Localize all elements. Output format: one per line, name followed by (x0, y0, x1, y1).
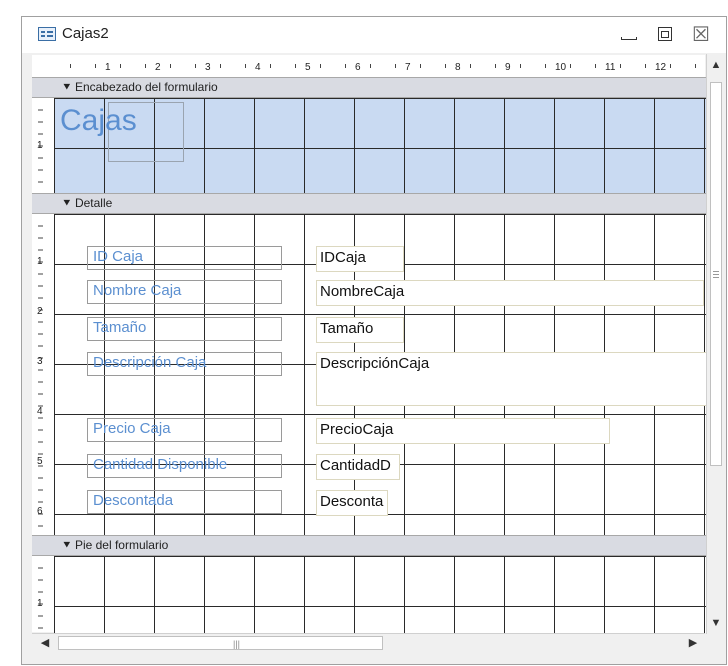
ruler-number: 8 (455, 62, 461, 73)
footer-section[interactable] (54, 556, 706, 633)
label-precio-caja[interactable]: Precio Caja (87, 418, 282, 442)
section-bar-detail[interactable]: ⯆ Detalle (54, 193, 706, 214)
textbox-nombrecaja[interactable]: NombreCaja (316, 280, 704, 306)
header-section[interactable]: Cajas (54, 98, 706, 193)
horizontal-scrollbar[interactable]: ◀ ||| ▶ (32, 633, 705, 652)
minimize-button[interactable] (612, 23, 642, 47)
ruler-number: 10 (555, 62, 567, 73)
section-bar-footer[interactable]: ⯆ Pie del formulario (54, 535, 706, 556)
textbox-idcaja[interactable]: IDCaja (316, 246, 404, 272)
textbox-descripcioncaja[interactable]: DescripciónCaja (316, 352, 706, 406)
vertical-ruler-ticks: 1 1 2 3 4 5 6 1 (37, 109, 43, 629)
label-descripcion-caja[interactable]: Descripción Caja (87, 352, 282, 376)
vertical-ruler: 1 1 2 3 4 5 6 1 (32, 77, 55, 632)
section-label-detail: ⯆ Detalle (62, 196, 113, 210)
form-icon (38, 27, 56, 41)
close-button[interactable]: ☒ (686, 23, 716, 47)
ruler-number: 1 (37, 140, 43, 151)
ruler-number: 3 (37, 356, 43, 367)
label-id-caja[interactable]: ID Caja (87, 246, 282, 270)
scroll-right-arrow-icon[interactable]: ▶ (684, 634, 702, 652)
ruler-number: 6 (355, 62, 361, 73)
form-title-label[interactable]: Cajas (60, 104, 137, 138)
checkbox-descontada[interactable]: Desconta (316, 490, 388, 516)
window-title: Cajas2 (62, 25, 109, 42)
title-bar[interactable]: Cajas2 ☒ (22, 17, 726, 53)
ruler-number: 12 (655, 62, 667, 73)
label-tamano[interactable]: Tamaño (87, 317, 282, 341)
textbox-preciocaja[interactable]: PrecioCaja (316, 418, 610, 444)
footer-grid (54, 556, 706, 633)
textbox-cantidaddisponible[interactable]: CantidadD (316, 454, 400, 480)
ruler-number: 1 (37, 256, 43, 267)
ruler-number: 11 (605, 62, 616, 73)
label-nombre-caja[interactable]: Nombre Caja (87, 280, 282, 304)
label-cantidad-disponible[interactable]: Cantidad Disponible (87, 454, 282, 478)
section-bar-header[interactable]: ⯆ Encabezado del formulario (54, 77, 706, 98)
restore-button[interactable] (650, 23, 680, 47)
ruler-number: 2 (155, 62, 161, 73)
horizontal-scroll-thumb[interactable]: ||| (58, 636, 383, 650)
scroll-up-arrow-icon[interactable]: ▲ (707, 56, 725, 74)
vertical-scroll-thumb[interactable] (710, 82, 722, 466)
ruler-number: 5 (37, 456, 43, 467)
section-label-footer: ⯆ Pie del formulario (62, 538, 169, 552)
form-design-window: Cajas2 ☒ 1 2 3 4 5 6 7 8 9 10 11 12 11234561 ⯆ Enca… (21, 16, 727, 665)
ruler-number: 7 (405, 62, 411, 73)
horizontal-ruler: 1 2 3 4 5 6 7 8 9 10 11 12 (32, 55, 705, 78)
ruler-number: 6 (37, 506, 43, 517)
ruler-number: 4 (37, 406, 43, 417)
textbox-tamano[interactable]: Tamaño (316, 317, 404, 343)
ruler-number: 1 (37, 598, 43, 609)
vertical-scrollbar[interactable]: ▲ ▼ (706, 54, 725, 634)
scroll-left-arrow-icon[interactable]: ◀ (36, 634, 54, 652)
design-surface[interactable]: ⯆ Encabezado del formulario Cajas ⯆ Deta… (54, 77, 706, 633)
detail-section[interactable]: ID Caja IDCaja Nombre Caja NombreCaja Ta… (54, 214, 706, 535)
ruler-number: 2 (37, 306, 43, 317)
ruler-number: 1 (105, 62, 111, 73)
ruler-number: 9 (505, 62, 511, 73)
label-descontada[interactable]: Descontada (87, 490, 282, 514)
ruler-number: 3 (205, 62, 211, 73)
scroll-grip-icon: ||| (233, 639, 241, 649)
section-label-header: ⯆ Encabezado del formulario (62, 80, 218, 94)
ruler-number: 5 (305, 62, 311, 73)
ruler-ticks: 1 2 3 4 5 6 7 8 9 10 11 12 (70, 62, 696, 73)
ruler-number: 4 (255, 62, 261, 73)
scroll-down-arrow-icon[interactable]: ▼ (707, 614, 725, 632)
